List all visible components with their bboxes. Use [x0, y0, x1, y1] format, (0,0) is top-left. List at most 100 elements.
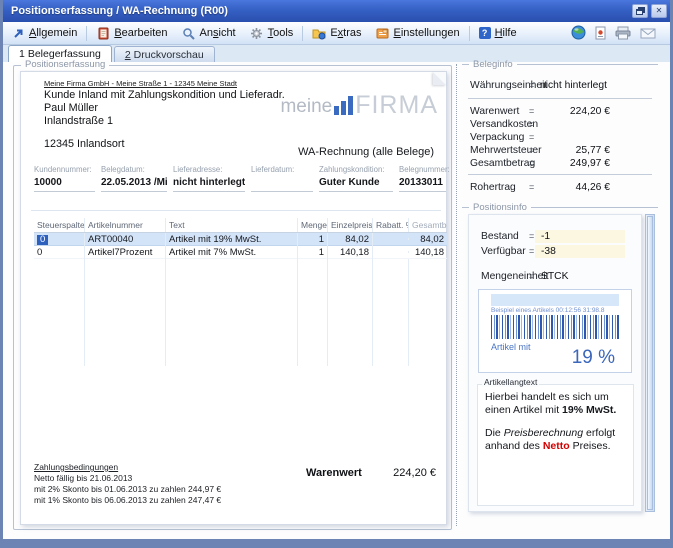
artikellangtext-box[interactable]: Hierbei handelt es sich um einen Artikel…	[477, 384, 634, 506]
group-label-beleginfo: Beleginfo	[473, 59, 513, 70]
toolbar-right-icons	[571, 25, 656, 45]
column-header[interactable]: Artikelnummer	[85, 218, 166, 232]
mail-button[interactable]	[640, 26, 656, 44]
warenwert-value: 224,20 €	[393, 467, 436, 479]
beleginfo-row: Rohertrag = 44,26 €	[462, 182, 658, 195]
cell-steuerspalte[interactable]: 0	[34, 233, 85, 246]
menu-einstellungen[interactable]: Einstellungen	[369, 24, 467, 43]
restore-button[interactable]	[632, 4, 648, 18]
empty-grid-rows[interactable]	[34, 259, 447, 366]
positions-table: Steuerspalte Artikelnummer Text Menge Ei…	[34, 218, 447, 366]
document-button[interactable]	[595, 26, 606, 45]
globe-button[interactable]	[571, 25, 586, 45]
close-icon: ✕	[656, 7, 663, 15]
article-image[interactable]: Beispiel eines Artikels 00:12:56 31:98.8…	[478, 289, 632, 373]
field-belegnummer[interactable]: Belegnummer: 20133011	[399, 165, 446, 192]
verfuegbar-row: Verfügbar = -38	[469, 246, 641, 259]
cell-menge[interactable]: 1	[298, 246, 328, 259]
payment-terms-heading: Zahlungsbedingungen	[34, 462, 221, 473]
scrollbar-thumb[interactable]	[647, 216, 653, 510]
table-row-selected[interactable]: 0 ART00040 Artikel mit 19% MwSt. 1 84,02…	[34, 233, 447, 246]
cell-menge[interactable]: 1	[298, 233, 328, 246]
close-button[interactable]: ✕	[651, 4, 667, 18]
cell-artikelnummer[interactable]: ART00040	[85, 233, 166, 246]
beleginfo-row: Verpackung =	[462, 132, 658, 145]
menu-extras[interactable]: Extras	[305, 24, 368, 43]
cell-einzelpreis[interactable]: 140,18	[328, 246, 373, 259]
document-type-title: WA-Rechnung (alle Belege)	[298, 146, 434, 158]
arrow-ne-icon	[11, 27, 25, 40]
menu-tools[interactable]: Tools	[243, 24, 301, 43]
cell-text[interactable]: Artikel mit 19% MwSt.	[166, 233, 298, 246]
invoice-sheet: Meine Firma GmbH - Meine Straße 1 - 1234…	[20, 71, 447, 525]
restore-icon	[636, 9, 643, 15]
logo-bar-icon	[348, 96, 353, 115]
recipient-city: 12345 Inlandsort	[44, 138, 124, 150]
menu-hilfe[interactable]: ? Hilfe	[472, 24, 524, 43]
table-row[interactable]: 0 Artikel7Prozent Artikel mit 7% MwSt. 1…	[34, 246, 447, 259]
cell-text[interactable]: Artikel mit 7% MwSt.	[166, 246, 298, 259]
payment-terms: Zahlungsbedingungen Netto fällig bis 21.…	[34, 462, 221, 506]
table-header-row: Steuerspalte Artikelnummer Text Menge Ei…	[34, 218, 447, 233]
printer-button[interactable]	[615, 26, 631, 45]
image-caption: Artikel mit	[491, 342, 531, 352]
menu-label: Bearbeiten	[114, 27, 167, 39]
column-header[interactable]: Einzelpreis	[328, 218, 373, 232]
beleginfo-row: Versandkosten =	[462, 119, 658, 132]
divider	[468, 98, 652, 99]
artikellangtext-label: Artikellangtext	[482, 377, 539, 387]
window-controls: ✕	[632, 4, 667, 18]
field-lieferadresse[interactable]: Lieferadresse: nicht hinterlegt	[173, 165, 245, 192]
menu-separator	[86, 26, 87, 41]
menu-label: Extras	[330, 27, 361, 39]
group-label-positionserfassung: Positionserfassung	[21, 59, 109, 70]
cell-rabatt[interactable]	[373, 251, 409, 253]
sender-line: Meine Firma GmbH - Meine Straße 1 - 1234…	[44, 79, 237, 88]
menu-allgemein[interactable]: Allgemein	[4, 24, 84, 43]
menu-label: Ansicht	[200, 27, 236, 39]
menu-bearbeiten[interactable]: Bearbeiten	[89, 24, 174, 43]
menu-label: Allgemein	[29, 27, 77, 39]
menu-separator	[302, 26, 303, 41]
payment-line: mit 1% Skonto bis 06.06.2013 zu zahlen 2…	[34, 495, 221, 506]
cell-gesamtbetrag[interactable]: 84,02	[409, 233, 447, 246]
cell-artikelnummer[interactable]: Artikel7Prozent	[85, 246, 166, 259]
image-note-text: Beispiel eines Artikels 00:12:56 31:98.8	[491, 307, 621, 314]
app-window: Positionserfassung / WA-Rechnung (R00) ✕…	[0, 0, 673, 548]
header-fields: Kundennummer: 10000 Belegdatum: 22.05.20…	[34, 165, 446, 205]
magnifier-icon	[182, 27, 196, 40]
cell-steuerspalte[interactable]: 0	[34, 246, 85, 259]
column-header[interactable]: Text	[166, 218, 298, 232]
menu-separator	[469, 26, 470, 41]
column-header[interactable]: Gesamtbetrag	[409, 218, 447, 232]
beleginfo-row: Gesamtbetrag = 249,97 €	[462, 158, 658, 171]
field-lieferdatum[interactable]: Lieferdatum:	[251, 165, 313, 192]
cell-gesamtbetrag[interactable]: 140,18	[409, 246, 447, 259]
field-kundennummer[interactable]: Kundennummer: 10000	[34, 165, 95, 192]
column-header[interactable]: Menge	[298, 218, 328, 232]
warenwert-label: Warenwert	[306, 467, 362, 479]
bestand-row: Bestand = -1	[469, 231, 641, 244]
divider	[31, 210, 441, 211]
cell-einzelpreis[interactable]: 84,02	[328, 233, 373, 246]
panel-splitter[interactable]	[456, 64, 457, 526]
menu-label: Tools	[268, 27, 294, 39]
menu-ansicht[interactable]: Ansicht	[175, 24, 243, 43]
tab-druckvorschau[interactable]: 2 Druckvorschau	[114, 46, 215, 62]
cell-rabatt[interactable]	[373, 238, 409, 240]
column-header[interactable]: Rabatt. %	[373, 218, 409, 232]
langtext-paragraph: Die Preisberechnung erfolgt anhand des N…	[485, 427, 626, 452]
folder-icon	[312, 27, 326, 40]
field-zahlungskondition[interactable]: Zahlungskondition: Guter Kunde	[319, 165, 393, 192]
group-label-positionsinfo: Positionsinfo	[473, 202, 527, 213]
beleginfo-row: Mehrwertsteuer = 25,77 €	[462, 145, 658, 158]
column-header[interactable]: Steuerspalte	[34, 218, 85, 232]
field-belegdatum[interactable]: Belegdatum: 22.05.2013 /Mi	[101, 165, 167, 192]
page-curl-icon	[433, 72, 446, 85]
title-bar[interactable]: Positionserfassung / WA-Rechnung (R00) ✕	[0, 0, 673, 22]
image-header-band	[491, 294, 619, 306]
beleginfo-row: Warenwert = 224,20 €	[462, 106, 658, 119]
gear-icon	[250, 27, 264, 40]
beleginfo-row: Währungseinheit = nicht hinterlegt	[462, 80, 658, 93]
vertical-scrollbar[interactable]	[645, 214, 655, 512]
